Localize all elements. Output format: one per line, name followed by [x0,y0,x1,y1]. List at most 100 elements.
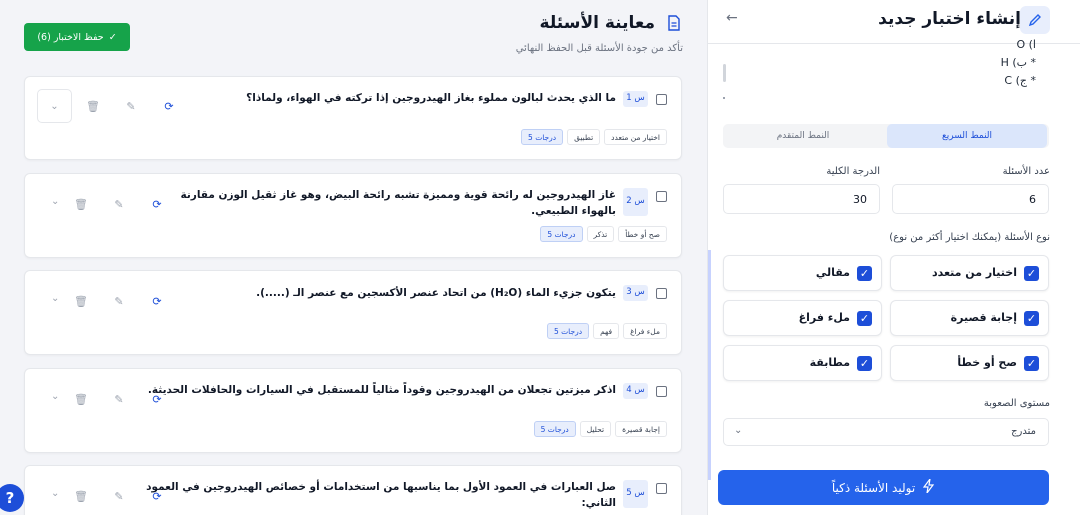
refresh-icon[interactable]: ⟳ [138,194,176,214]
question-checkbox[interactable] [656,386,667,397]
refresh-icon[interactable]: ⟳ [138,291,176,311]
mode-toggle: النمط السريع النمط المتقدم [723,124,1049,148]
chevron-down-icon: ⌄ [734,425,743,436]
total-label: الدرجة الكلية [826,166,880,177]
question-checkbox[interactable] [656,94,667,105]
question-actions: 🗑 ✎ ⟳ [62,486,176,506]
question-text: غاز الهيدروجين له رائحة قوية ومميزة تشبه… [180,189,617,218]
textarea-scrollbar[interactable] [723,64,726,82]
type-option-short[interactable]: ✓ إجابة قصيرة [890,300,1049,336]
question-number: س 3 [623,285,648,301]
chevron-down-icon[interactable]: ⌄ [51,488,59,499]
type-option-fill[interactable]: ✓ ملء فراغ [723,300,882,336]
save-quiz-label: حفظ الاختبار (6) [37,31,104,43]
question-number: س 1 [623,91,648,107]
trash-icon[interactable]: 🗑 [62,389,100,409]
document-icon [667,15,681,31]
type-label: ملء فراغ [798,311,850,324]
difficulty-select[interactable]: متدرج ⌄ [723,418,1049,446]
chevron-down-icon[interactable]: ⌄ [51,293,59,304]
question-text: يتكون جزيء الماء (H₂O) من اتحاد عنصر الأ… [256,287,616,299]
prompt-line: ا) O [1016,38,1036,51]
question-actions: 🗑 ✎ ⟳ [62,291,176,311]
tag-level: تطبيق [567,129,601,145]
type-label: إجابة قصيرة [950,311,1017,324]
refresh-icon[interactable]: ⟳ [138,486,176,506]
resize-dot [723,97,725,99]
tag-points: 5 درجات [546,323,590,339]
type-option-mcq[interactable]: ✓ اختيار من متعدد [890,255,1049,291]
tag-level: تحليل [579,421,612,437]
tag-level: فهم [593,323,620,339]
page-subtitle: تأكد من جودة الأسئلة قبل الحفظ النهائي [515,43,683,54]
pencil-icon[interactable]: ✎ [112,96,150,116]
question-number: س 2 [623,188,648,216]
question-tags: اختيار من متعدد تطبيق 5 درجات [521,129,667,145]
question-actions: 🗑 ✎ ⟳ [74,96,188,116]
checkbox-checked-icon: ✓ [857,356,872,371]
question-number: س 4 [623,383,648,399]
tag-points: 5 درجات [521,129,564,145]
question-card: س 3 يتكون جزيء الماء (H₂O) من اتحاد عنصر… [24,270,682,355]
question-text: ما الذي يحدث لبالون مملوء بغاز الهيدروجي… [246,92,616,104]
question-actions: 🗑 ✎ ⟳ [62,389,176,409]
create-quiz-panel: إنشاء اختبار جديد ← ا) O * ب) H * ج) C ا… [707,0,1080,515]
pencil-icon[interactable]: ✎ [100,194,138,214]
trash-icon[interactable]: 🗑 [62,486,100,506]
checkbox-checked-icon: ✓ [1024,311,1039,326]
type-option-essay[interactable]: ✓ مقالي [723,255,882,291]
panel-scrollbar[interactable] [708,250,711,480]
type-option-matching[interactable]: ✓ مطابقة [723,345,882,381]
refresh-icon[interactable]: ⟳ [150,96,188,116]
type-label: صح أو خطأ [957,356,1017,369]
page-title: معاينة الأسئلة [539,13,655,33]
lightning-icon [922,478,935,496]
types-label: نوع الأسئلة (يمكنك اختيار أكثر من نوع) [889,232,1050,243]
question-actions: 🗑 ✎ ⟳ [62,194,176,214]
type-label: اختيار من متعدد [931,266,1017,279]
tag-points: 5 درجات [533,421,576,437]
tag-points: 5 درجات [540,226,583,242]
prompt-line: * ج) C [1004,74,1036,87]
pencil-icon[interactable]: ✎ [100,389,138,409]
trash-icon[interactable]: 🗑 [62,291,100,311]
chevron-down-icon[interactable]: ⌄ [51,391,59,402]
checkbox-checked-icon: ✓ [1024,356,1039,371]
question-checkbox[interactable] [656,191,667,202]
question-card: س 4 اذكر ميزتين تجعلان من الهيدروجين وقو… [24,368,682,453]
pencil-icon[interactable]: ✎ [100,486,138,506]
question-tags: صح أو خطأ تذكر 5 درجات [540,226,667,242]
tab-quick-mode[interactable]: النمط السريع [887,124,1047,148]
difficulty-label: مستوى الصعوبة [983,398,1050,409]
checkbox-checked-icon: ✓ [857,266,872,281]
generate-button[interactable]: توليد الأسئلة ذكياً [718,470,1049,505]
tag-type: اختيار من متعدد [604,129,667,145]
tag-type: ملء فراغ [623,323,667,339]
expand-button[interactable]: ⌄ [37,89,72,123]
pencil-icon [1020,6,1050,34]
tag-level: تذكر [586,226,615,242]
tab-advanced-mode[interactable]: النمط المتقدم [723,124,883,148]
type-option-truefalse[interactable]: ✓ صح أو خطأ [890,345,1049,381]
difficulty-value: متدرج [1011,426,1036,437]
save-quiz-button[interactable]: حفظ الاختبار (6) ✓ [24,23,130,51]
question-checkbox[interactable] [656,483,667,494]
question-count-input[interactable]: 6 [892,184,1049,214]
question-checkbox[interactable] [656,288,667,299]
total-score-input[interactable]: 30 [723,184,880,214]
back-arrow-icon[interactable]: ← [726,10,738,26]
trash-icon[interactable]: 🗑 [74,96,112,116]
question-text: صل العبارات في العمود الأول بما يناسبها … [146,481,616,510]
tag-type: صح أو خطأ [618,226,667,242]
type-label: مقالي [815,266,850,279]
tag-type: إجابة قصيرة [615,421,667,437]
trash-icon[interactable]: 🗑 [62,194,100,214]
question-card: س 5 صل العبارات في العمود الأول بما يناس… [24,465,682,515]
checkbox-checked-icon: ✓ [857,311,872,326]
help-button[interactable]: ? [0,484,24,512]
count-label: عدد الأسئلة [1002,166,1050,177]
chevron-down-icon[interactable]: ⌄ [51,196,59,207]
pencil-icon[interactable]: ✎ [100,291,138,311]
refresh-icon[interactable]: ⟳ [138,389,176,409]
question-number: س 5 [623,480,648,508]
